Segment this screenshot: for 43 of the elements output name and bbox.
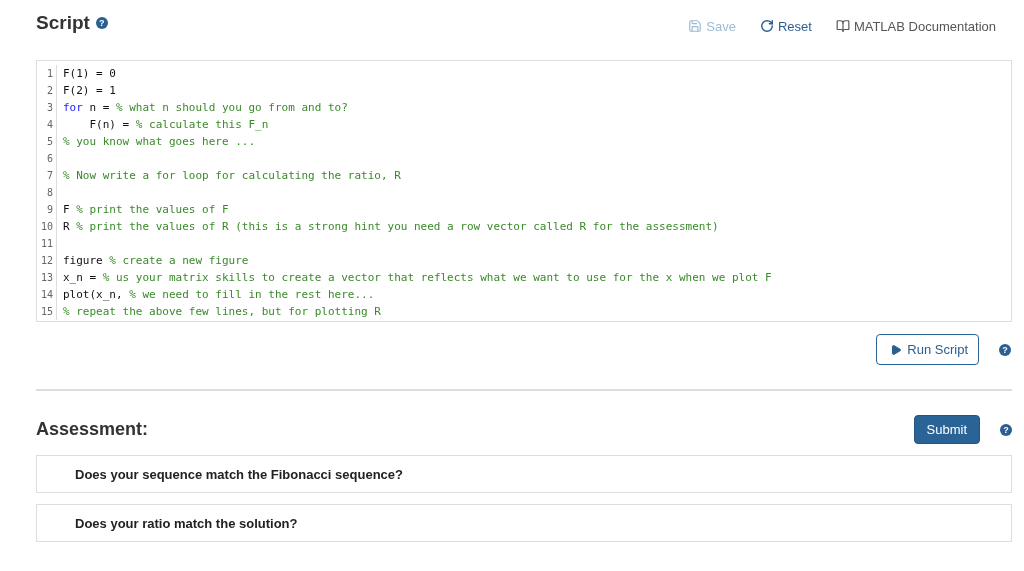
code-line: % repeat the above few lines, but for plotting R xyxy=(63,305,381,318)
code-line: figure % create a new figure xyxy=(63,254,249,267)
line-number: 14 xyxy=(37,286,57,303)
code-editor[interactable] xyxy=(36,60,1012,322)
assessment-item[interactable]: Does your sequence match the Fibonacci sequence? xyxy=(36,455,1012,493)
help-icon[interactable]: ? xyxy=(95,17,108,29)
code-line: R % print the values of R (this is a strong hint you need a row vector called R for the assessment) xyxy=(63,220,719,233)
line-number: 3 xyxy=(37,99,57,116)
section-title: Script xyxy=(36,12,90,34)
play-icon xyxy=(890,343,903,356)
line-number: 6 xyxy=(37,150,57,167)
code-line: % Now write a for loop for calculating the ratio, R xyxy=(63,169,401,182)
line-number: 13 xyxy=(37,269,57,286)
help-icon[interactable]: ? xyxy=(1000,423,1012,436)
line-number: 8 xyxy=(37,184,57,201)
assessment-item[interactable]: Does your ratio match the solution? xyxy=(36,504,1012,542)
line-number: 7 xyxy=(37,167,57,184)
line-number: 4 xyxy=(37,116,57,133)
line-number: 15 xyxy=(37,303,57,320)
run-script-button[interactable]: Run Script xyxy=(876,334,979,365)
line-number: 2 xyxy=(37,82,57,99)
line-number: 11 xyxy=(37,235,57,252)
book-icon xyxy=(835,19,850,33)
code-line: F(2) = 1 xyxy=(63,84,116,97)
code-line: % you know what goes here ... xyxy=(63,135,256,148)
line-number: 9 xyxy=(37,201,57,218)
submit-button[interactable]: Submit xyxy=(913,415,980,444)
code-line: F % print the values of F xyxy=(63,203,229,216)
reset-link[interactable]: Reset xyxy=(759,18,812,34)
line-number: 12 xyxy=(37,252,57,269)
save-icon xyxy=(688,19,703,33)
code-line: F(1) = 0 xyxy=(63,67,116,80)
docs-link[interactable]: MATLAB Documentation xyxy=(835,18,996,34)
code-line: for n = % what n should you go from and to? xyxy=(63,101,348,114)
line-number: 5 xyxy=(37,133,57,150)
line-number: 10 xyxy=(37,218,57,235)
code-line: F(n) = % calculate this F_n xyxy=(88,118,269,131)
code-line: plot(x_n, % we need to fill in the rest here... xyxy=(63,288,375,301)
line-number: 1 xyxy=(37,65,57,82)
code-line: x_n = % us your matrix skills to create a vector that reflects what we want to use for the x when we plot F xyxy=(63,271,772,284)
help-icon[interactable]: ? xyxy=(999,343,1011,356)
reset-icon xyxy=(759,19,774,33)
section-title: Assessment: xyxy=(36,419,149,440)
